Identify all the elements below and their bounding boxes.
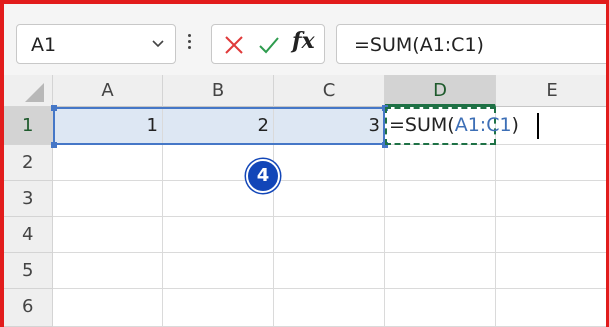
- edit-formula-prefix: =SUM(: [389, 114, 455, 136]
- cell-a4[interactable]: [53, 217, 163, 253]
- select-all-corner[interactable]: [4, 75, 53, 107]
- cell-c4[interactable]: [274, 217, 385, 253]
- row-header-2[interactable]: 2: [4, 145, 53, 181]
- row-header-3[interactable]: 3: [4, 181, 53, 217]
- step-number-badge: 4: [246, 159, 280, 193]
- cell-a3[interactable]: [53, 181, 163, 217]
- check-icon[interactable]: [257, 33, 281, 57]
- cell-e3[interactable]: [496, 181, 609, 217]
- formula-input[interactable]: =SUM(A1:C1): [336, 24, 609, 64]
- worksheet-grid: A B C D E 1 2 3 4 5 6 1 2 3 =SUM(A1:C1) …: [4, 75, 609, 327]
- formula-bar: A1 fx =SUM(A1:C1): [4, 4, 609, 75]
- column-header-d[interactable]: D: [385, 75, 496, 107]
- column-header-e[interactable]: E: [496, 75, 609, 107]
- cell-c1[interactable]: 3: [274, 107, 385, 145]
- cell-d3[interactable]: [385, 181, 496, 217]
- cell-e4[interactable]: [496, 217, 609, 253]
- column-header-c[interactable]: C: [274, 75, 385, 107]
- cell-c3[interactable]: [274, 181, 385, 217]
- edit-formula-reference: A1:C1: [454, 114, 512, 136]
- cell-d2[interactable]: [385, 145, 496, 181]
- cell-a6[interactable]: [53, 289, 163, 327]
- cell-e2[interactable]: [496, 145, 609, 181]
- name-box[interactable]: A1: [16, 24, 176, 64]
- formula-text: =SUM(A1:C1): [354, 34, 484, 56]
- range-handle-bottom-right[interactable]: [382, 142, 388, 148]
- name-box-value: A1: [31, 34, 57, 56]
- chevron-down-icon[interactable]: [150, 35, 166, 51]
- formula-action-buttons: fx: [211, 24, 325, 64]
- cell-a1[interactable]: 1: [53, 107, 163, 145]
- edit-formula-suffix: ): [511, 114, 519, 136]
- cell-c2[interactable]: [274, 145, 385, 181]
- row-header-1[interactable]: 1: [4, 107, 53, 145]
- cell-d5[interactable]: [385, 253, 496, 289]
- range-handle-bottom-left[interactable]: [51, 142, 57, 148]
- cell-b5[interactable]: [163, 253, 274, 289]
- cell-d1-edit-formula[interactable]: =SUM(A1:C1): [389, 107, 519, 145]
- row-header-4[interactable]: 4: [4, 217, 53, 253]
- cell-b6[interactable]: [163, 289, 274, 327]
- cell-a2[interactable]: [53, 145, 163, 181]
- cell-e5[interactable]: [496, 253, 609, 289]
- more-options-icon[interactable]: [182, 31, 196, 57]
- cell-d6[interactable]: [385, 289, 496, 327]
- cell-c6[interactable]: [274, 289, 385, 327]
- row-header-6[interactable]: 6: [4, 289, 53, 327]
- column-header-b[interactable]: B: [163, 75, 274, 107]
- column-header-a[interactable]: A: [53, 75, 163, 107]
- cell-b4[interactable]: [163, 217, 274, 253]
- range-handle-top-right[interactable]: [382, 105, 388, 111]
- row-header-5[interactable]: 5: [4, 253, 53, 289]
- cell-c5[interactable]: [274, 253, 385, 289]
- x-icon[interactable]: [222, 33, 246, 57]
- cell-a5[interactable]: [53, 253, 163, 289]
- cell-b1[interactable]: 2: [163, 107, 274, 145]
- cell-d4[interactable]: [385, 217, 496, 253]
- text-cursor: [537, 113, 539, 139]
- range-handle-top-left[interactable]: [51, 105, 57, 111]
- insert-function-fx-icon[interactable]: fx: [292, 28, 315, 54]
- cell-e6[interactable]: [496, 289, 609, 327]
